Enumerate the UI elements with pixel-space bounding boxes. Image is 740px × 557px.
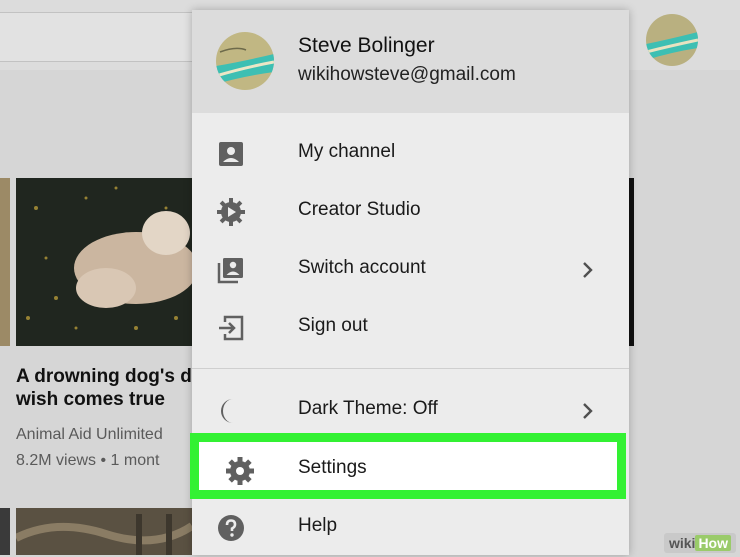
menu-item-label: Settings (298, 457, 367, 478)
user-email: wikihowsteve@gmail.com (298, 64, 516, 85)
help-icon (216, 513, 246, 543)
menu-item-switch-account[interactable]: Switch account (192, 241, 629, 299)
menu-item-label: Switch account (298, 257, 426, 278)
menu-item-sign-out[interactable]: Sign out (192, 299, 629, 357)
video-thumbnail[interactable] (16, 508, 192, 555)
menu-item-dark-theme[interactable]: Dark Theme: Off (192, 382, 629, 440)
video-channel[interactable]: Animal Aid Unlimited (16, 426, 196, 444)
menu-item-my-channel[interactable]: My channel (192, 125, 629, 183)
video-thumbnail[interactable] (16, 178, 216, 346)
menu-item-settings[interactable]: Settings (190, 433, 626, 499)
menu-item-label: Dark Theme: Off (298, 398, 438, 419)
person-box-icon (216, 139, 246, 169)
sign-out-icon (216, 313, 246, 343)
gear-play-icon (216, 197, 246, 227)
menu-item-label: Help (298, 515, 338, 536)
chevron-right-icon (578, 400, 598, 422)
watermark-logo: wiki How (663, 533, 736, 553)
video-thumbnail-partial[interactable] (0, 178, 10, 346)
menu-divider (192, 368, 629, 369)
account-header: Steve Bolinger wikihowsteve@gmail.com (192, 10, 629, 113)
menu-item-creator-studio[interactable]: Creator Studio (192, 183, 629, 241)
avatar (216, 32, 274, 90)
menu-item-label: Sign out (298, 315, 368, 336)
user-name: Steve Bolinger (298, 34, 435, 57)
menu-item-label: Creator Studio (298, 199, 421, 220)
account-avatar-button[interactable] (646, 14, 698, 66)
gear-icon (225, 456, 255, 486)
menu-item-label: My channel (298, 141, 396, 162)
video-thumbnail-partial[interactable] (0, 508, 10, 555)
chevron-right-icon (578, 259, 598, 281)
moon-icon (216, 396, 246, 426)
search-input[interactable] (0, 12, 224, 62)
switch-account-icon (216, 255, 246, 285)
menu-item-help[interactable]: Help (192, 499, 629, 557)
video-meta: 8.2M views • 1 mont (16, 452, 160, 469)
